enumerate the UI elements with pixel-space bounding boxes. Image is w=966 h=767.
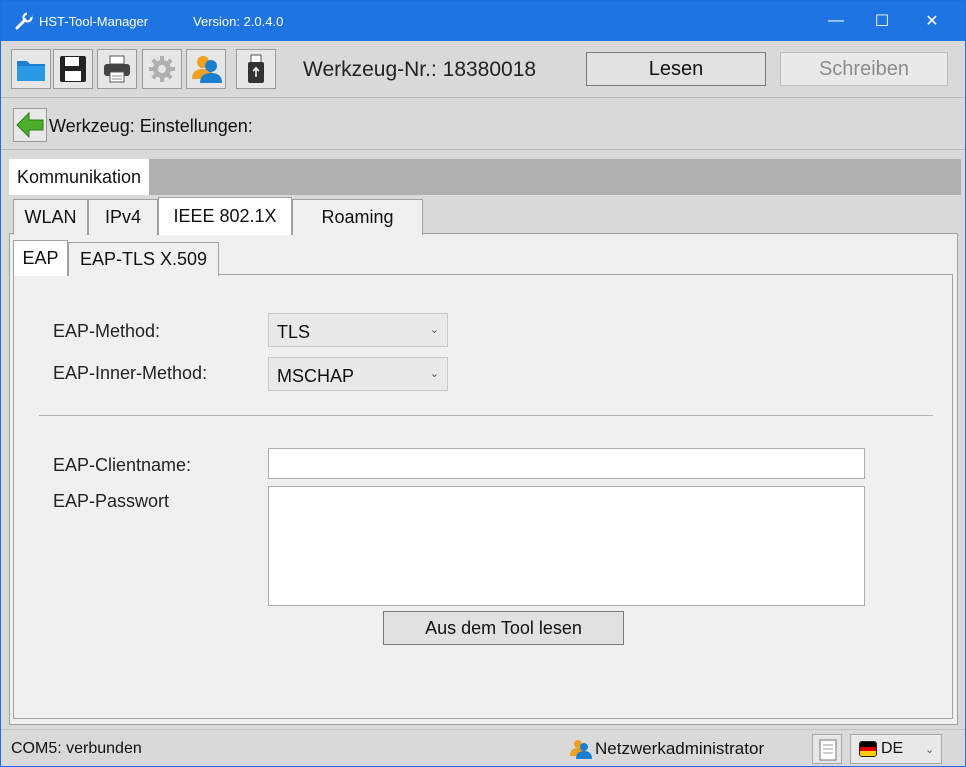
tab-wlan[interactable]: WLAN [13, 199, 88, 235]
gear-icon [149, 56, 175, 82]
document-icon [819, 739, 837, 761]
arrow-left-icon [16, 112, 44, 138]
save-button[interactable] [53, 49, 93, 89]
tab-kommunikation[interactable]: Kommunikation [9, 159, 150, 195]
app-title: HST-Tool-Manager [39, 14, 149, 29]
log-button[interactable] [812, 734, 842, 764]
tab-ipv4[interactable]: IPv4 [88, 199, 158, 235]
eap-inner-method-label: EAP-Inner-Method: [53, 363, 208, 383]
german-flag-icon [859, 741, 877, 757]
usb-button[interactable] [236, 49, 276, 89]
status-bar: COM5: verbunden Netzwerkadministrator DE [1, 729, 965, 766]
chevron-down-icon: ⌄ [429, 324, 439, 336]
tab-ieee-8021x[interactable]: IEEE 802.1X [158, 197, 292, 235]
back-button[interactable] [13, 108, 47, 142]
settings-button[interactable] [142, 49, 182, 89]
tab-roaming[interactable]: Roaming [292, 199, 423, 235]
eap-password-textarea[interactable] [268, 486, 865, 606]
wrench-icon [15, 12, 33, 30]
users-icon [570, 740, 592, 759]
folder-open-icon [17, 61, 45, 81]
connection-status: COM5: verbunden [11, 740, 142, 757]
chevron-down-icon: ⌄ [429, 368, 439, 380]
page-title: Werkzeug: Einstellungen: [49, 116, 253, 136]
toolbar-separator [1, 97, 965, 98]
open-folder-button[interactable] [11, 49, 51, 89]
read-from-tool-button[interactable]: Aus dem Tool lesen [383, 611, 624, 645]
usb-stick-icon [248, 54, 264, 83]
eap-inner-method-select[interactable]: MSCHAP ⌄ [268, 357, 448, 391]
print-button[interactable] [97, 49, 137, 89]
eap-password-label: EAP-Passwort [53, 491, 170, 511]
users-icon [192, 56, 222, 83]
language-select[interactable]: DE ⌄ [850, 734, 942, 764]
printer-icon [104, 55, 130, 83]
close-button[interactable]: ✕ [909, 1, 955, 41]
eap-clientname-label: EAP-Clientname: [53, 455, 192, 475]
read-button[interactable]: Lesen [586, 52, 766, 86]
tab-eap-tls-x509[interactable]: EAP-TLS X.509 [68, 242, 219, 276]
chevron-down-icon: ⌄ [925, 744, 935, 756]
tool-number: Werkzeug-Nr.: 18380018 [303, 58, 537, 81]
tab-eap[interactable]: EAP [13, 240, 68, 276]
app-version: Version: 2.0.4.0 [193, 14, 284, 29]
toolbar: Werkzeug-Nr.: 18380018 Lesen Schreiben [1, 41, 965, 97]
save-disk-icon [60, 56, 86, 82]
write-button[interactable]: Schreiben [780, 52, 948, 86]
language-code: DE [881, 740, 904, 757]
eap-method-select[interactable]: TLS ⌄ [268, 313, 448, 347]
minimize-button[interactable]: — [813, 1, 859, 41]
current-user: Netzwerkadministrator [595, 739, 765, 758]
eap-clientname-input[interactable] [268, 448, 865, 479]
form-divider [39, 415, 933, 416]
breadcrumb-separator [1, 149, 965, 150]
app-window: HST-Tool-Manager Version: 2.0.4.0 — ☐ ✕ [0, 0, 966, 767]
eap-method-label: EAP-Method: [53, 321, 161, 341]
eap-method-value: TLS [277, 321, 311, 342]
maximize-button[interactable]: ☐ [859, 1, 905, 41]
title-bar: HST-Tool-Manager Version: 2.0.4.0 — ☐ ✕ [1, 1, 965, 41]
eap-inner-method-value: MSCHAP [277, 365, 355, 386]
users-button[interactable] [186, 49, 226, 89]
main-tab-strip [9, 159, 961, 195]
